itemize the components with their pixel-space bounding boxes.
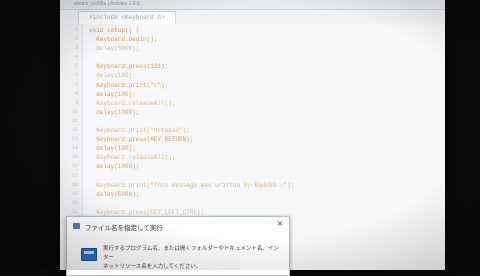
run-dialog-icon bbox=[73, 223, 80, 229]
line-number: 10 bbox=[71, 108, 78, 115]
code-line[interactable]: 13 Keyboard.press(KEY_RETURN); bbox=[60, 135, 445, 144]
close-icon[interactable]: × bbox=[275, 219, 285, 229]
code-text: delay(5000); bbox=[89, 45, 140, 53]
code-line[interactable]: 17 bbox=[60, 172, 445, 181]
line-number: 6 bbox=[74, 72, 78, 79]
code-line[interactable]: 8 delay(100); bbox=[60, 90, 445, 99]
line-number: 17 bbox=[71, 172, 78, 179]
code-text: Keyboard.press(KEY_RETURN); bbox=[89, 136, 194, 144]
code-text: Keyboard.releaseAll(); bbox=[89, 99, 176, 107]
line-number: 7 bbox=[74, 81, 78, 88]
code-text: delay(100); bbox=[89, 90, 136, 98]
code-text: delay(5000); bbox=[89, 190, 140, 198]
line-number: 20 bbox=[71, 199, 78, 206]
code-line[interactable]: 16 delay(1000); bbox=[60, 162, 445, 171]
line-number: 8 bbox=[74, 90, 78, 97]
run-dialog-message-line-1: 実行するプログラム名、または開くフォルダーやドキュメント名、インター bbox=[103, 246, 279, 261]
code-line[interactable]: 6 delay(100); bbox=[60, 71, 445, 80]
code-line[interactable]: 7 Keyboard.print("r"); bbox=[60, 81, 445, 90]
code-lines: 1 void setup() {2 Keyboard.begin(); 3 dela… bbox=[60, 26, 445, 226]
code-line[interactable]: 18 Keyboard.print("This message was writ… bbox=[60, 181, 445, 190]
line-number: 2 bbox=[74, 36, 78, 43]
code-line[interactable]: 15 Keyboard.releaseAll(); bbox=[60, 153, 445, 162]
code-text: Keyboard.releaseAll(); bbox=[89, 154, 176, 162]
run-dialog-message-line-2: ネットリソース名を入力してください。 bbox=[103, 264, 202, 270]
code-line[interactable]: 3 delay(5000); bbox=[60, 44, 445, 53]
run-dialog-message: 実行するプログラム名、または開くフォルダーやドキュメント名、インター ネットリソ… bbox=[103, 245, 283, 272]
code-text: delay(100); bbox=[89, 72, 136, 80]
code-line[interactable]: 5 Keyboard.press(131); bbox=[60, 62, 445, 71]
code-text: delay(1000); bbox=[89, 108, 140, 116]
line-number: 16 bbox=[71, 163, 78, 170]
code-line[interactable]: 12 Keyboard.print("notepad"); bbox=[60, 126, 445, 135]
code-text: Keyboard.begin(); bbox=[89, 36, 158, 44]
line-number: 1 bbox=[74, 27, 78, 33]
code-line[interactable]: 11 bbox=[60, 117, 445, 126]
window-titlebar: sketch_oct08a | Arduino 1.6.6 bbox=[60, 0, 445, 10]
line-number: 14 bbox=[71, 145, 78, 152]
code-text: Keyboard.press(131); bbox=[89, 63, 169, 71]
run-dialog-title: ファイル名を指定して実行 bbox=[85, 224, 163, 232]
line-number: 5 bbox=[74, 63, 78, 70]
line-number: 18 bbox=[71, 181, 78, 188]
tab-bar: #include <Keyboard.h> bbox=[60, 10, 445, 25]
code-line[interactable]: 10 delay(1000); bbox=[60, 108, 445, 117]
code-text: Keyboard.print("notepad"); bbox=[89, 127, 190, 135]
run-program-icon bbox=[81, 248, 97, 261]
code-line[interactable]: 19 delay(5000); bbox=[60, 190, 445, 199]
code-text: void setup() { bbox=[89, 27, 140, 34]
line-number: 13 bbox=[71, 136, 78, 143]
code-text: delay(1000); bbox=[89, 163, 140, 171]
code-line[interactable]: 20 bbox=[60, 199, 445, 208]
run-dialog: ファイル名を指定して実行 × 実行するプログラム名、または開くフォルダーやドキュ… bbox=[66, 216, 290, 276]
code-text: delay(100); bbox=[89, 145, 136, 153]
tab-sketch[interactable]: #include <Keyboard.h> bbox=[78, 11, 176, 24]
line-number: 3 bbox=[74, 45, 78, 52]
line-number: 15 bbox=[71, 154, 78, 161]
line-number: 19 bbox=[71, 190, 78, 197]
code-text: Keyboard.print("r"); bbox=[89, 81, 169, 89]
code-line[interactable]: 4 bbox=[60, 53, 445, 62]
line-number: 9 bbox=[74, 99, 78, 106]
code-line[interactable]: 14 delay(100); bbox=[60, 144, 445, 153]
code-line[interactable]: 1 void setup() { bbox=[60, 26, 445, 35]
code-text: Keyboard.print("This message was written… bbox=[89, 181, 295, 189]
line-number: 12 bbox=[71, 127, 78, 134]
line-number: 11 bbox=[71, 117, 78, 124]
code-line[interactable]: 2 Keyboard.begin(); bbox=[60, 35, 445, 44]
line-number: 4 bbox=[74, 54, 78, 61]
code-line[interactable]: 9 Keyboard.releaseAll(); bbox=[60, 99, 445, 108]
